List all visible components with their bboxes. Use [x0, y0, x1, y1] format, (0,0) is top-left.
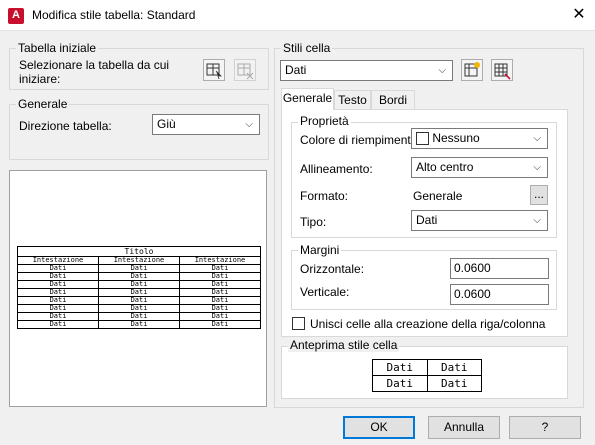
preview-title: Titolo — [17, 246, 261, 257]
chevron-down-icon: ⌵ — [245, 119, 253, 130]
chevron-down-icon: ⌵ — [533, 162, 541, 173]
cell-styles-label: Stili cella — [281, 41, 333, 55]
select-table-icon — [206, 63, 222, 80]
format-value: Generale — [413, 189, 463, 203]
chevron-down-icon: ⌵ — [533, 215, 541, 226]
format-label: Formato: — [300, 189, 349, 203]
preview-cell: Dati — [17, 320, 99, 329]
chevron-down-icon: ⌵ — [438, 65, 446, 76]
preview-cell: Dati — [372, 359, 428, 376]
preview-cell: Dati — [179, 320, 261, 329]
preview-cell: Dati — [426, 359, 482, 376]
fill-color-swatch — [416, 132, 429, 146]
chevron-down-icon: ⌵ — [533, 133, 541, 144]
fill-color-select[interactable]: Nessuno ⌵ — [411, 128, 548, 149]
select-table-button[interactable] — [203, 59, 225, 81]
type-value: Dati — [416, 213, 438, 227]
direction-select[interactable]: Giù ⌵ — [152, 114, 260, 135]
manage-cell-styles-icon — [494, 63, 511, 80]
app-icon: A — [8, 8, 24, 24]
horizontal-margin-input[interactable]: 0.0600 — [450, 258, 549, 279]
title-bar: A Modifica stile tabella: Standard ✕ — [0, 0, 595, 31]
starting-table-label: Tabella iniziale — [16, 41, 99, 55]
preview-cell: Dati — [426, 375, 482, 392]
new-cell-style-icon — [464, 62, 480, 77]
close-icon[interactable]: ✕ — [568, 4, 590, 26]
create-cell-style-button[interactable] — [461, 59, 483, 81]
cell-style-select[interactable]: Dati ⌵ — [280, 60, 453, 81]
fill-color-label: Colore di riempimento: — [300, 133, 421, 147]
vertical-margin-input[interactable]: 0.0600 — [450, 284, 549, 305]
merge-cells-checkbox[interactable] — [292, 317, 305, 330]
ok-button[interactable]: OK — [343, 416, 415, 439]
cancel-button[interactable]: Annulla — [428, 416, 500, 439]
vertical-margin-label: Verticale: — [300, 285, 350, 299]
preview-cell: Dati — [372, 375, 428, 392]
help-button[interactable]: ? — [509, 416, 581, 439]
direction-label: Direzione tabella: — [19, 119, 112, 133]
type-select[interactable]: Dati ⌵ — [411, 210, 548, 231]
cell-style-preview-table: Dati Dati Dati Dati — [372, 359, 482, 392]
fill-color-value: Nessuno — [432, 131, 480, 145]
direction-value: Giù — [157, 117, 176, 131]
alignment-label: Allineamento: — [300, 162, 373, 176]
horizontal-margin-label: Orizzontale: — [300, 262, 365, 276]
manage-cell-styles-button[interactable] — [491, 59, 513, 81]
alignment-select[interactable]: Alto centro ⌵ — [411, 157, 548, 178]
table-preview-panel: Titolo Intestazione Intestazione Intesta… — [9, 170, 267, 407]
margins-label: Margini — [298, 243, 342, 257]
cell-style-value: Dati — [285, 63, 307, 77]
starting-table-instruction: Selezionare la tabella da cui iniziare: — [19, 58, 170, 86]
remove-table-button[interactable] — [234, 59, 256, 81]
cell-style-preview-label: Anteprima stile cella — [288, 338, 400, 352]
alignment-value: Alto centro — [416, 160, 474, 174]
general-label: Generale — [16, 97, 70, 111]
table-preview: Titolo Intestazione Intestazione Intesta… — [17, 246, 261, 329]
merge-cells-label[interactable]: Unisci celle alla creazione della riga/c… — [310, 317, 545, 331]
tab-testo[interactable]: Testo — [334, 90, 371, 110]
type-label: Tipo: — [300, 215, 327, 229]
properties-label: Proprietà — [298, 114, 351, 128]
tab-bordi[interactable]: Bordi — [371, 90, 415, 110]
tab-generale[interactable]: Generale — [281, 88, 334, 110]
preview-cell: Dati — [98, 320, 180, 329]
window-title: Modifica stile tabella: Standard — [32, 8, 196, 22]
format-button[interactable]: ... — [530, 185, 548, 205]
remove-table-icon — [237, 63, 254, 80]
